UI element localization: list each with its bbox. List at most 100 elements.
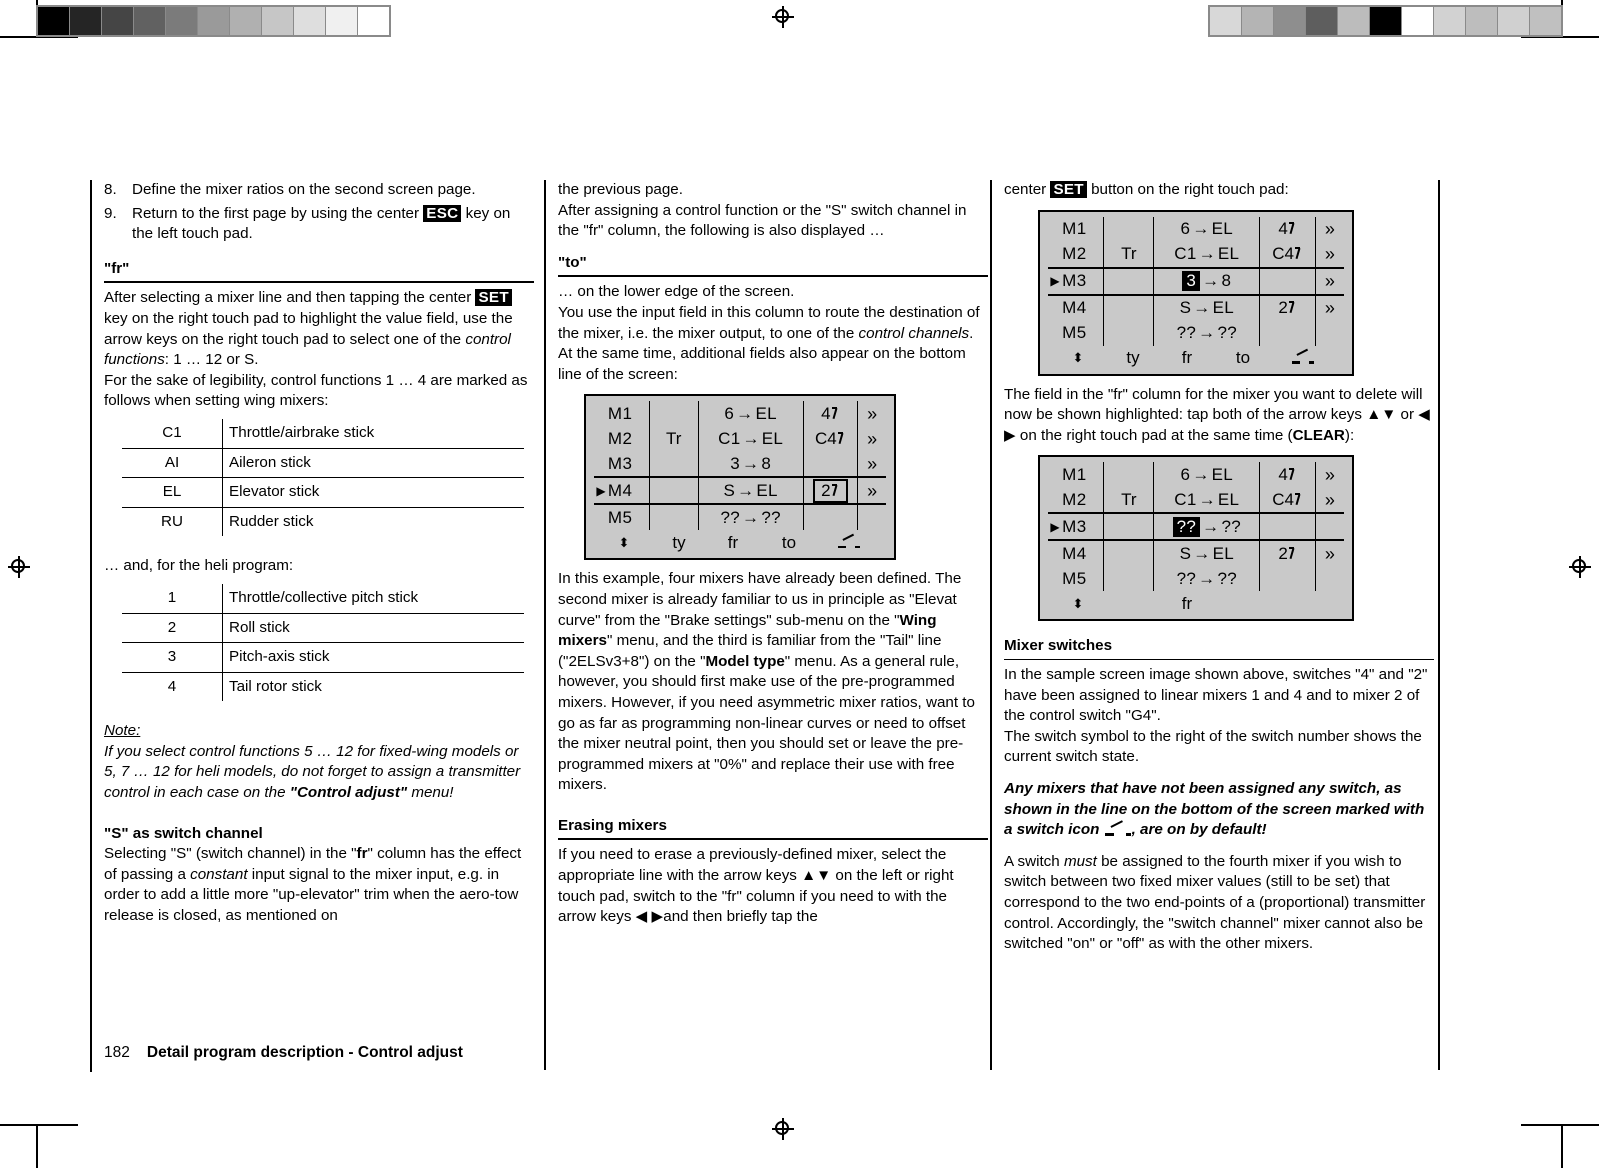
lcd-mixer-row[interactable]: M4 S → EL 2» bbox=[1048, 295, 1344, 321]
mixer-route-cell[interactable]: S → EL bbox=[697, 478, 803, 504]
softkey-ty[interactable]: ty bbox=[653, 533, 705, 554]
mixer-more-chevron[interactable] bbox=[1314, 320, 1344, 346]
mixer-type-cell[interactable] bbox=[1103, 462, 1153, 488]
from-value[interactable]: C1 bbox=[718, 429, 740, 450]
mixer-type-cell[interactable] bbox=[1103, 216, 1153, 242]
mixer-switch-cell[interactable]: 2 bbox=[802, 478, 858, 504]
to-value[interactable]: EL bbox=[1218, 244, 1239, 265]
from-value[interactable]: S bbox=[723, 481, 735, 502]
lcd-mixer-row[interactable]: M2 Tr C1 → EL C4» bbox=[1048, 487, 1344, 513]
highlighted-value[interactable]: ?? bbox=[1172, 516, 1201, 538]
from-value[interactable]: 6 bbox=[724, 404, 734, 425]
mixer-route-cell[interactable]: C1 → EL bbox=[697, 426, 803, 452]
mixer-route-cell[interactable]: 6 → EL bbox=[1153, 216, 1259, 242]
lcd-mixer-row[interactable]: M4 S → EL 2» bbox=[1048, 541, 1344, 567]
lcd-mixer-row[interactable]: M5?? →?? bbox=[1048, 566, 1344, 592]
to-value[interactable]: EL bbox=[1212, 219, 1233, 240]
mixer-type-cell[interactable] bbox=[648, 505, 698, 531]
mixer-route-cell[interactable]: C1 → EL bbox=[1153, 241, 1259, 267]
mixer-more-chevron[interactable] bbox=[1314, 514, 1344, 540]
mixer-type-cell[interactable] bbox=[1103, 541, 1153, 567]
mixer-switch-cell[interactable]: C4 bbox=[1259, 487, 1314, 513]
mixer-type-cell[interactable] bbox=[648, 401, 698, 427]
softkey-fr[interactable]: fr bbox=[1159, 348, 1215, 369]
mixer-route-cell[interactable]: 3 → 8 bbox=[697, 451, 803, 477]
lcd-mixer-row[interactable]: M1 6 → EL 4» bbox=[1048, 216, 1344, 242]
to-value[interactable]: ?? bbox=[1217, 569, 1237, 590]
to-value[interactable]: 8 bbox=[1221, 271, 1231, 292]
mixer-type-cell[interactable] bbox=[648, 478, 698, 504]
to-value[interactable]: ?? bbox=[761, 508, 781, 529]
mixer-switch-cell[interactable] bbox=[1259, 268, 1314, 294]
softkey-to[interactable]: to bbox=[761, 533, 817, 554]
softkey-switch-icon[interactable] bbox=[817, 533, 881, 554]
from-value[interactable]: 6 bbox=[1181, 219, 1191, 240]
mixer-more-chevron[interactable]: » bbox=[1314, 268, 1344, 294]
mixer-switch-cell[interactable] bbox=[802, 505, 858, 531]
from-value[interactable]: C1 bbox=[1174, 490, 1196, 511]
mixer-switch-cell[interactable] bbox=[1259, 320, 1314, 346]
mixer-more-chevron[interactable] bbox=[1314, 566, 1344, 592]
softkey-ty[interactable]: ty bbox=[1107, 348, 1159, 369]
to-value[interactable]: EL bbox=[762, 429, 783, 450]
from-value[interactable]: ?? bbox=[1177, 569, 1197, 590]
mixer-more-chevron[interactable]: » bbox=[1314, 487, 1344, 513]
to-value[interactable]: EL bbox=[1218, 490, 1239, 511]
to-value[interactable]: 8 bbox=[761, 454, 771, 475]
mixer-more-chevron[interactable]: » bbox=[1314, 216, 1344, 242]
lcd-mixer-row[interactable]: ▶ M3 3 → 8 » bbox=[1048, 266, 1344, 296]
mixer-route-cell[interactable]: ?? →?? bbox=[1153, 320, 1259, 346]
mixer-route-cell[interactable]: 6 → EL bbox=[1153, 462, 1259, 488]
mixer-route-cell[interactable]: C1 → EL bbox=[1153, 487, 1259, 513]
mixer-more-chevron[interactable]: » bbox=[1314, 541, 1344, 567]
mixer-type-cell[interactable] bbox=[1103, 268, 1153, 294]
mixer-route-cell[interactable]: S → EL bbox=[1153, 541, 1259, 567]
mixer-route-cell[interactable]: S → EL bbox=[1153, 295, 1259, 321]
to-value[interactable]: EL bbox=[1213, 544, 1234, 565]
mixer-more-chevron[interactable]: » bbox=[857, 401, 886, 427]
lcd-mixer-row[interactable]: M2 Tr C1 → EL C4» bbox=[1048, 241, 1344, 267]
from-value[interactable]: C1 bbox=[1174, 244, 1196, 265]
to-value[interactable]: EL bbox=[755, 404, 776, 425]
from-value[interactable]: S bbox=[1180, 544, 1192, 565]
from-value[interactable]: ?? bbox=[1177, 323, 1197, 344]
to-value[interactable]: ?? bbox=[1217, 323, 1237, 344]
lcd-mixer-row[interactable]: M2 Tr C1 → EL C4» bbox=[594, 426, 886, 452]
mixer-switch-cell[interactable]: 2 bbox=[1259, 295, 1314, 321]
lcd-mixer-row[interactable]: M1 6 → EL 4» bbox=[594, 401, 886, 427]
from-value[interactable]: ?? bbox=[720, 508, 740, 529]
from-value[interactable]: 3 bbox=[730, 454, 740, 475]
mixer-route-cell[interactable]: 6 → EL bbox=[697, 401, 803, 427]
lcd-mixer-row[interactable]: M5?? →?? bbox=[594, 505, 886, 531]
to-value[interactable]: ?? bbox=[1221, 517, 1241, 538]
mixer-type-cell[interactable] bbox=[1103, 514, 1153, 540]
softkey-to[interactable]: to bbox=[1215, 348, 1271, 369]
lcd-mixer-row[interactable]: M1 6 → EL 4» bbox=[1048, 462, 1344, 488]
lcd-mixer-row[interactable]: ▶ M4 S → EL 2 » bbox=[594, 476, 886, 506]
mixer-type-cell[interactable]: Tr bbox=[1103, 241, 1153, 267]
softkey-fr[interactable]: fr bbox=[1159, 594, 1215, 615]
softkey-switch-icon[interactable] bbox=[1271, 348, 1335, 369]
lcd-mixer-row[interactable]: ▶ M3?? →?? bbox=[1048, 512, 1344, 542]
mixer-route-cell[interactable]: 3 → 8 bbox=[1153, 268, 1259, 294]
mixer-more-chevron[interactable]: » bbox=[1314, 241, 1344, 267]
mixer-type-cell[interactable] bbox=[648, 451, 698, 477]
mixer-more-chevron[interactable]: » bbox=[1314, 462, 1344, 488]
mixer-switch-cell[interactable]: 4 bbox=[802, 401, 858, 427]
mixer-more-chevron[interactable]: » bbox=[857, 478, 886, 504]
mixer-switch-cell[interactable]: 2 bbox=[1259, 541, 1314, 567]
mixer-switch-cell[interactable] bbox=[802, 451, 858, 477]
mixer-switch-cell[interactable]: C4 bbox=[1259, 241, 1314, 267]
mixer-route-cell[interactable]: ?? →?? bbox=[1153, 514, 1259, 540]
highlighted-value[interactable]: 3 bbox=[1182, 270, 1201, 292]
mixer-switch-cell[interactable] bbox=[1259, 514, 1314, 540]
mixer-type-cell[interactable] bbox=[1103, 320, 1153, 346]
mixer-route-cell[interactable]: ?? →?? bbox=[697, 505, 803, 531]
mixer-type-cell[interactable] bbox=[1103, 295, 1153, 321]
to-value[interactable]: EL bbox=[1213, 298, 1234, 319]
mixer-type-cell[interactable]: Tr bbox=[1103, 487, 1153, 513]
lcd-mixer-row[interactable]: M3 3 → 8 » bbox=[594, 451, 886, 477]
mixer-switch-cell[interactable]: 4 bbox=[1259, 216, 1314, 242]
to-value[interactable]: EL bbox=[756, 481, 777, 502]
selected-switch-field[interactable]: 2 bbox=[813, 478, 848, 504]
